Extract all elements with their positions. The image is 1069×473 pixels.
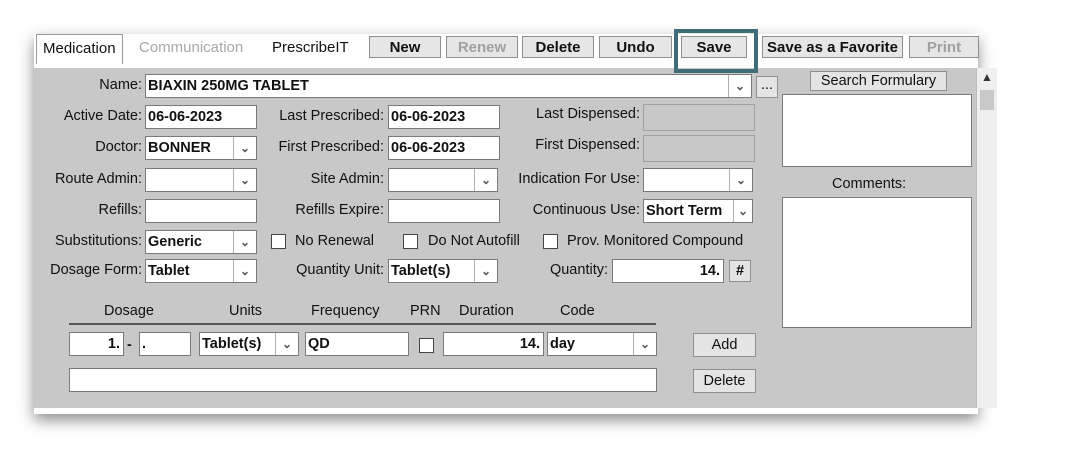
- formulary-results-box[interactable]: [782, 94, 972, 167]
- chevron-down-icon[interactable]: ⌄: [728, 75, 751, 97]
- new-button[interactable]: New: [369, 36, 441, 58]
- do-not-autofill-label: Do Not Autofill: [428, 233, 520, 249]
- indication-select[interactable]: ⌄: [643, 168, 753, 192]
- no-renewal-checkbox[interactable]: [271, 234, 286, 249]
- site-admin-label: Site Admin:: [310, 171, 384, 187]
- code-value: day: [550, 336, 575, 352]
- chevron-down-icon[interactable]: ⌄: [233, 260, 256, 282]
- do-not-autofill-checkbox[interactable]: [403, 234, 418, 249]
- dosage-header: Dosage: [104, 303, 154, 319]
- substitutions-label: Substitutions:: [54, 233, 142, 249]
- dosage-separator: -: [127, 337, 132, 353]
- substitutions-select[interactable]: Generic ⌄: [145, 230, 257, 254]
- chevron-down-icon[interactable]: ⌄: [275, 333, 298, 355]
- last-dispensed-field: [643, 104, 755, 131]
- chevron-down-icon[interactable]: ⌄: [729, 169, 752, 191]
- continuous-use-select[interactable]: Short Term ⌄: [643, 199, 753, 223]
- quantity-label: Quantity:: [549, 262, 608, 278]
- chevron-down-icon[interactable]: ⌄: [733, 200, 752, 222]
- dosage-form-select[interactable]: Tablet ⌄: [145, 259, 257, 283]
- prn-checkbox[interactable]: [419, 338, 434, 353]
- refills-label: Refills:: [98, 202, 142, 218]
- name-ellipsis-button[interactable]: ...: [756, 76, 778, 98]
- quantity-unit-value: Tablet(s): [391, 263, 451, 279]
- delete-dosage-button[interactable]: Delete: [693, 369, 756, 393]
- site-admin-select[interactable]: ⌄: [388, 168, 498, 192]
- comments-field[interactable]: [782, 197, 972, 328]
- print-button[interactable]: Print: [909, 36, 979, 58]
- add-dosage-button[interactable]: Add: [693, 333, 756, 357]
- last-prescribed-field[interactable]: 06-06-2023: [388, 105, 500, 129]
- chevron-down-icon[interactable]: ⌄: [474, 169, 497, 191]
- refills-expire-field[interactable]: [388, 199, 500, 223]
- continuous-use-value: Short Term: [646, 203, 723, 219]
- code-select[interactable]: day ⌄: [547, 332, 657, 356]
- units-header: Units: [229, 303, 263, 319]
- chevron-down-icon[interactable]: ⌄: [233, 231, 256, 253]
- scrollbar[interactable]: ▲: [976, 68, 997, 408]
- name-label: Name:: [99, 77, 142, 93]
- substitutions-value: Generic: [148, 234, 202, 250]
- dosage-field[interactable]: 1.: [69, 332, 124, 356]
- prn-header: PRN: [410, 303, 441, 319]
- quantity-field[interactable]: 14.: [612, 259, 724, 283]
- prov-monitored-label: Prov. Monitored Compound: [567, 233, 744, 249]
- prov-monitored-checkbox[interactable]: [543, 234, 558, 249]
- doctor-label: Doctor:: [95, 139, 142, 155]
- search-formulary-button[interactable]: Search Formulary: [810, 71, 947, 91]
- name-field[interactable]: BIAXIN 250MG TABLET ⌄: [145, 74, 752, 98]
- quantity-hash-button[interactable]: #: [729, 260, 751, 282]
- name-value: BIAXIN 250MG TABLET: [148, 78, 309, 94]
- route-admin-select[interactable]: ⌄: [145, 168, 257, 192]
- first-dispensed-field: [643, 135, 755, 162]
- indication-label: Indication For Use:: [518, 171, 640, 187]
- frequency-field[interactable]: QD: [305, 332, 409, 356]
- doctor-value: BONNER: [148, 140, 211, 156]
- first-prescribed-label: First Prescribed:: [278, 139, 384, 155]
- code-header: Code: [560, 303, 595, 319]
- no-renewal-label: No Renewal: [295, 233, 374, 249]
- refills-field[interactable]: [145, 199, 257, 223]
- scroll-thumb[interactable]: [980, 90, 994, 110]
- first-dispensed-label: First Dispensed:: [535, 137, 640, 153]
- refills-expire-label: Refills Expire:: [295, 202, 384, 218]
- dosage-field-2[interactable]: .: [139, 332, 191, 356]
- delete-button[interactable]: Delete: [522, 36, 594, 58]
- save-as-favorite-button[interactable]: Save as a Favorite: [762, 36, 903, 58]
- doctor-field[interactable]: BONNER ⌄: [145, 136, 257, 160]
- last-dispensed-label: Last Dispensed:: [536, 106, 640, 122]
- chevron-down-icon[interactable]: ⌄: [233, 137, 256, 159]
- quantity-unit-select[interactable]: Tablet(s) ⌄: [388, 259, 498, 283]
- route-admin-label: Route Admin:: [54, 171, 142, 187]
- units-select[interactable]: Tablet(s) ⌄: [199, 332, 299, 356]
- chevron-down-icon[interactable]: ⌄: [633, 333, 656, 355]
- first-prescribed-field[interactable]: 06-06-2023: [388, 136, 500, 160]
- scroll-up-icon[interactable]: ▲: [977, 70, 997, 84]
- dosage-form-label: Dosage Form:: [50, 262, 142, 278]
- last-prescribed-label: Last Prescribed:: [279, 108, 384, 124]
- chevron-down-icon[interactable]: ⌄: [474, 260, 497, 282]
- duration-field[interactable]: 14.: [443, 332, 544, 356]
- active-date-label: Active Date:: [63, 108, 142, 124]
- continuous-use-label: Continuous Use:: [532, 202, 640, 218]
- tab-communication[interactable]: Communication: [139, 34, 243, 63]
- frequency-header: Frequency: [311, 303, 380, 319]
- undo-button[interactable]: Undo: [599, 36, 672, 58]
- dosage-form-value: Tablet: [148, 263, 190, 279]
- header-divider: [69, 323, 656, 325]
- dosage-instructions-field[interactable]: [69, 368, 657, 392]
- tab-prescribeit[interactable]: PrescribeIT: [272, 34, 349, 63]
- units-value: Tablet(s): [202, 336, 262, 352]
- save-highlight-box: [674, 29, 758, 73]
- tab-medication[interactable]: Medication: [36, 34, 123, 64]
- comments-label: Comments:: [832, 176, 907, 192]
- chevron-down-icon[interactable]: ⌄: [233, 169, 256, 191]
- renew-button[interactable]: Renew: [446, 36, 518, 58]
- duration-header: Duration: [459, 303, 514, 319]
- quantity-unit-label: Quantity Unit:: [296, 262, 384, 278]
- active-date-field[interactable]: 06-06-2023: [145, 105, 257, 129]
